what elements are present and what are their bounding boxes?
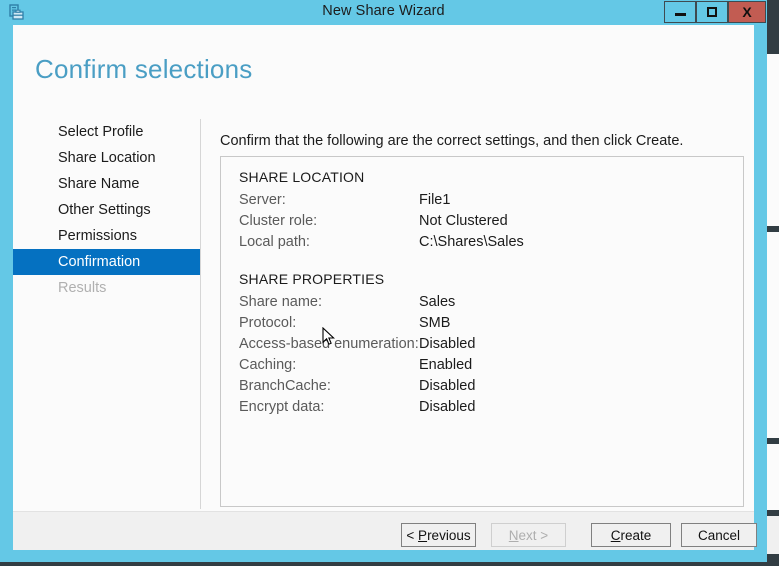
- maximize-button[interactable]: [696, 1, 728, 23]
- window-titlebar[interactable]: New Share Wizard X: [0, 0, 767, 25]
- previous-button[interactable]: < Previous: [401, 523, 476, 547]
- sidebar-item-label: Select Profile: [58, 124, 143, 140]
- wizard-step-list: Select Profile Share Location Share Name Ot…: [13, 119, 200, 301]
- create-button[interactable]: Create: [591, 523, 671, 547]
- close-button[interactable]: X: [728, 1, 766, 23]
- detail-value: File1: [419, 192, 450, 208]
- sidebar-item-select-profile[interactable]: Select Profile: [13, 119, 200, 145]
- section-heading: SHARE LOCATION: [239, 169, 364, 185]
- sidebar-item-share-name[interactable]: Share Name: [13, 171, 200, 197]
- detail-row: Encrypt data: Disabled: [239, 399, 719, 420]
- button-label: < Previous: [406, 528, 470, 543]
- new-share-wizard-window: New Share Wizard X Confirm selections Se…: [0, 0, 767, 562]
- sidebar-item-share-location[interactable]: Share Location: [13, 145, 200, 171]
- sidebar-item-label: Share Name: [58, 176, 139, 192]
- detail-label: Share name:: [239, 294, 322, 310]
- detail-value: Disabled: [419, 399, 475, 415]
- button-label: Create: [611, 528, 652, 543]
- close-icon: X: [742, 4, 751, 20]
- minimize-icon: [675, 13, 686, 16]
- sidebar-item-label: Confirmation: [58, 254, 140, 270]
- window-title: New Share Wizard: [0, 3, 767, 19]
- detail-label: Protocol:: [239, 315, 296, 331]
- detail-row: BranchCache: Disabled: [239, 378, 719, 399]
- detail-value: C:\Shares\Sales: [419, 234, 524, 250]
- sidebar-item-label: Share Location: [58, 150, 156, 166]
- background-window-strip-2: [767, 232, 779, 438]
- sidebar-item-other-settings[interactable]: Other Settings: [13, 197, 200, 223]
- sidebar-divider: [200, 119, 201, 509]
- detail-label: Access-based enumeration:: [239, 336, 419, 352]
- page-title: Confirm selections: [35, 54, 252, 85]
- sidebar-item-label: Permissions: [58, 228, 137, 244]
- detail-row: Access-based enumeration:Disabled: [239, 336, 719, 357]
- detail-label: BranchCache:: [239, 378, 331, 394]
- sidebar-item-permissions[interactable]: Permissions: [13, 223, 200, 249]
- detail-row: Server: File1: [239, 192, 719, 213]
- sidebar-item-label: Results: [58, 280, 106, 296]
- detail-row: Protocol: SMB: [239, 315, 719, 336]
- detail-row: Caching: Enabled: [239, 357, 719, 378]
- maximize-icon: [707, 7, 717, 17]
- detail-label: Cluster role:: [239, 213, 317, 229]
- wizard-client-area: Confirm selections Select Profile Share L…: [13, 25, 754, 549]
- cancel-button[interactable]: Cancel: [681, 523, 757, 547]
- sidebar-item-confirmation[interactable]: Confirmation: [13, 249, 200, 275]
- section-heading: SHARE PROPERTIES: [239, 271, 384, 287]
- share-wizard-icon: [8, 4, 26, 22]
- sidebar-item-results: Results: [13, 275, 200, 301]
- next-button[interactable]: Next >: [491, 523, 566, 547]
- background-window-strip: [767, 54, 779, 226]
- detail-row: Cluster role: Not Clustered: [239, 213, 719, 234]
- detail-label: Caching:: [239, 357, 296, 373]
- detail-value: Enabled: [419, 357, 472, 373]
- detail-value: Disabled: [419, 378, 475, 394]
- detail-row: Share name: Sales: [239, 294, 719, 315]
- wizard-button-bar: < Previous Next > Create Cancel: [13, 511, 754, 550]
- detail-value: Disabled: [419, 336, 475, 352]
- background-window-strip-3: [767, 444, 779, 510]
- detail-value: Sales: [419, 294, 455, 310]
- minimize-button[interactable]: [664, 1, 696, 23]
- confirmation-summary-panel: SHARE LOCATION Server: File1 Cluster role: N…: [220, 156, 744, 507]
- sidebar-item-label: Other Settings: [58, 202, 151, 218]
- detail-label: Local path:: [239, 234, 310, 250]
- detail-label: Server:: [239, 192, 286, 208]
- button-label: Cancel: [698, 528, 740, 543]
- detail-label: Encrypt data:: [239, 399, 324, 415]
- button-label: Next >: [509, 528, 548, 543]
- detail-value: SMB: [419, 315, 450, 331]
- instruction-text: Confirm that the following are the corre…: [220, 133, 683, 149]
- detail-row: Local path: C:\Shares\Sales: [239, 234, 719, 255]
- background-window-strip-4: [767, 516, 779, 554]
- detail-value: Not Clustered: [419, 213, 508, 229]
